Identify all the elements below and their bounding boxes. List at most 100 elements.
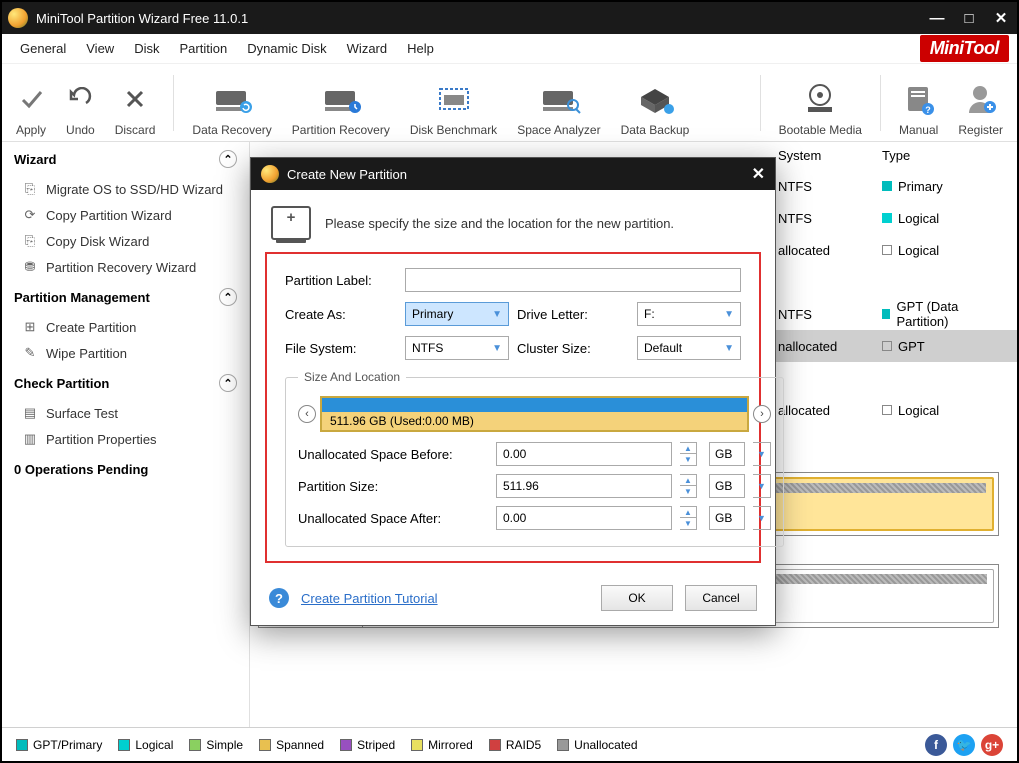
space-before-input[interactable] [496, 442, 672, 466]
create-as-label: Create As: [285, 307, 397, 322]
check-icon [19, 87, 43, 111]
minimize-button[interactable]: — [927, 10, 947, 27]
menu-help[interactable]: Help [397, 41, 444, 56]
create-icon: ⊞ [22, 319, 38, 335]
unit-select[interactable]: ▼ [753, 474, 771, 498]
space-after-input[interactable] [496, 506, 672, 530]
svg-text:?: ? [925, 105, 931, 115]
manual-button[interactable]: ?Manual [893, 69, 944, 137]
partition-size-input[interactable] [496, 474, 672, 498]
spinner-buttons[interactable]: ▲▼ [680, 474, 697, 498]
dialog-intro-text: Please specify the size and the location… [325, 216, 674, 231]
prev-button[interactable]: ‹ [298, 405, 316, 423]
spinner-buttons[interactable]: ▲▼ [680, 442, 697, 466]
partition-label-label: Partition Label: [285, 273, 397, 288]
dialog-title-bar: Create New Partition ✕ [251, 158, 775, 190]
data-recovery-button[interactable]: Data Recovery [186, 69, 277, 137]
drive-letter-label: Drive Letter: [517, 307, 629, 322]
undo-button[interactable]: Undo [60, 69, 101, 137]
migrate-icon: ⎘ [22, 181, 38, 197]
tutorial-link[interactable]: Create Partition Tutorial [301, 591, 438, 606]
dialog-title: Create New Partition [287, 167, 407, 182]
sidebar-item-partition-recovery[interactable]: ⛃Partition Recovery Wizard [2, 254, 249, 280]
ok-button[interactable]: OK [601, 585, 673, 611]
col-system[interactable]: System [770, 148, 874, 163]
disc-icon [802, 83, 838, 115]
space-analyzer-button[interactable]: Space Analyzer [511, 69, 606, 137]
sidebar-item-copy-partition[interactable]: ⟳Copy Partition Wizard [2, 202, 249, 228]
partition-label-input[interactable] [405, 268, 741, 292]
google-plus-icon[interactable]: g+ [981, 734, 1003, 756]
sidebar-item-migrate-os[interactable]: ⎘Migrate OS to SSD/HD Wizard [2, 176, 249, 202]
create-partition-dialog: Create New Partition ✕ Please specify th… [250, 157, 776, 626]
drive-letter-select[interactable]: F:▼ [637, 302, 741, 326]
x-icon [123, 87, 147, 111]
register-button[interactable]: Register [952, 69, 1009, 137]
create-as-select[interactable]: Primary▼ [405, 302, 509, 326]
twitter-icon[interactable]: 🐦 [953, 734, 975, 756]
collapse-icon[interactable]: ⌃ [219, 150, 237, 168]
sidebar-item-partition-properties[interactable]: ▥Partition Properties [2, 426, 249, 452]
menu-view[interactable]: View [76, 41, 124, 56]
menu-wizard[interactable]: Wizard [337, 41, 397, 56]
discard-button[interactable]: Discard [109, 69, 162, 137]
data-backup-button[interactable]: Data Backup [615, 69, 696, 137]
space-after-label: Unallocated Space After: [298, 511, 488, 526]
cancel-button[interactable]: Cancel [685, 585, 757, 611]
help-icon[interactable]: ? [269, 588, 289, 608]
menu-general[interactable]: General [10, 41, 76, 56]
spinner-buttons[interactable]: ▲▼ [680, 506, 697, 530]
properties-icon: ▥ [22, 431, 38, 447]
collapse-icon[interactable]: ⌃ [219, 374, 237, 392]
unit-label: GB [709, 506, 745, 530]
drive-search-icon [537, 83, 581, 115]
bootable-media-button[interactable]: Bootable Media [773, 69, 868, 137]
legend-logical: Logical [118, 738, 173, 752]
cluster-size-select[interactable]: Default▼ [637, 336, 741, 360]
collapse-icon[interactable]: ⌃ [219, 288, 237, 306]
sidebar-item-wipe-partition[interactable]: ✎Wipe Partition [2, 340, 249, 366]
size-location-legend: Size And Location [298, 370, 406, 384]
sidebar-item-create-partition[interactable]: ⊞Create Partition [2, 314, 249, 340]
legend-unallocated: Unallocated [557, 738, 637, 752]
unit-select[interactable]: ▼ [753, 506, 771, 530]
dialog-close-button[interactable]: ✕ [752, 164, 765, 184]
title-bar: MiniTool Partition Wizard Free 11.0.1 — … [2, 2, 1017, 34]
menu-partition[interactable]: Partition [169, 41, 237, 56]
chevron-down-icon: ▼ [492, 343, 502, 354]
app-icon [8, 8, 28, 28]
apply-button[interactable]: Apply [10, 69, 52, 137]
next-button[interactable]: › [753, 405, 771, 423]
chevron-down-icon: ▼ [724, 343, 734, 354]
legend-simple: Simple [189, 738, 243, 752]
book-help-icon: ? [904, 83, 934, 115]
wizard-section-title: Wizard [14, 152, 57, 167]
file-system-select[interactable]: NTFS▼ [405, 336, 509, 360]
menu-dynamic-disk[interactable]: Dynamic Disk [237, 41, 336, 56]
dialog-icon [261, 165, 279, 183]
check-section-title: Check Partition [14, 376, 109, 391]
sidebar-item-copy-disk[interactable]: ⎘Copy Disk Wizard [2, 228, 249, 254]
facebook-icon[interactable]: f [925, 734, 947, 756]
sidebar-item-surface-test[interactable]: ▤Surface Test [2, 400, 249, 426]
partition-size-label: Partition Size: [298, 479, 488, 494]
copy-partition-icon: ⟳ [22, 207, 38, 223]
cluster-size-label: Cluster Size: [517, 341, 629, 356]
close-button[interactable]: ✕ [991, 9, 1011, 27]
maximize-button[interactable]: □ [959, 10, 979, 27]
mgmt-section-title: Partition Management [14, 290, 150, 305]
box-sync-icon [633, 83, 677, 115]
size-bar[interactable]: 511.96 GB (Used:0.00 MB) [320, 396, 749, 432]
unit-select[interactable]: ▼ [753, 442, 771, 466]
legend-mirrored: Mirrored [411, 738, 473, 752]
unit-label: GB [709, 474, 745, 498]
partition-recovery-button[interactable]: Partition Recovery [286, 69, 396, 137]
col-type[interactable]: Type [874, 148, 1004, 163]
menu-disk[interactable]: Disk [124, 41, 169, 56]
disk-benchmark-button[interactable]: Disk Benchmark [404, 69, 503, 137]
copy-disk-icon: ⎘ [22, 233, 38, 249]
legend-gpt: GPT/Primary [16, 738, 102, 752]
legend-striped: Striped [340, 738, 395, 752]
space-before-label: Unallocated Space Before: [298, 447, 488, 462]
chevron-down-icon: ▼ [724, 309, 734, 320]
